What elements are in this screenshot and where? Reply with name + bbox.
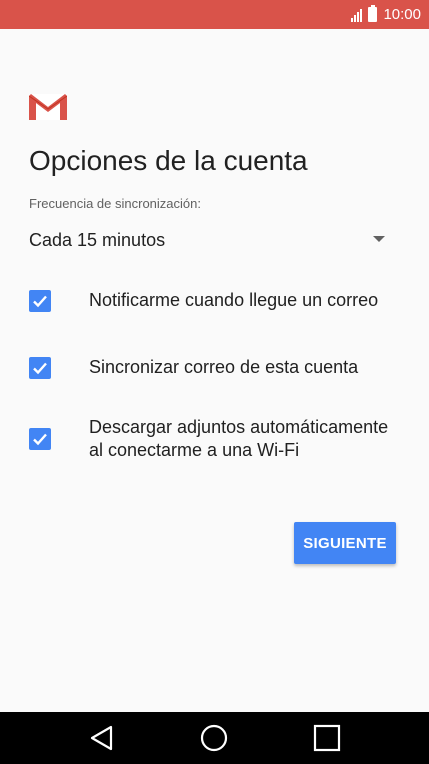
next-button[interactable]: SIGUIENTE	[294, 522, 396, 564]
recents-icon[interactable]	[311, 722, 343, 754]
option-label: Sincronizar correo de esta cuenta	[89, 357, 359, 377]
option-download-attachments-wifi[interactable]: Descargar adjuntos automáticamente al co…	[29, 416, 409, 462]
status-icons: 10:00	[351, 0, 421, 29]
navigation-bar	[0, 712, 429, 764]
checkbox-sync-account-mail[interactable]	[29, 356, 51, 379]
checkbox-download-attachments-wifi[interactable]	[29, 428, 51, 450]
option-label: Descargar adjuntos automáticamente al co…	[89, 417, 389, 460]
page-title: Opciones de la cuenta	[29, 145, 308, 176]
sync-frequency-label: Frecuencia de sincronización:	[29, 196, 201, 211]
check-icon	[33, 433, 47, 446]
sync-frequency-value: Cada 15 minutos	[29, 230, 166, 250]
back-icon[interactable]	[86, 722, 118, 754]
checkbox-notify-new-mail[interactable]	[29, 289, 51, 312]
signal-icon	[351, 8, 363, 22]
option-notify-new-mail[interactable]: Notificarme cuando llegue un correo	[29, 289, 409, 312]
sync-frequency-dropdown[interactable]: Cada 15 minutos	[29, 228, 389, 254]
option-sync-account-mail[interactable]: Sincronizar correo de esta cuenta	[29, 356, 409, 379]
option-label: Notificarme cuando llegue un correo	[89, 290, 379, 310]
home-icon[interactable]	[198, 722, 230, 754]
battery-icon	[368, 5, 378, 22]
check-icon	[33, 362, 47, 374]
status-time: 10:00	[383, 6, 421, 23]
status-bar: 10:00	[0, 0, 429, 29]
gmail-logo-icon	[29, 94, 67, 120]
check-icon	[33, 295, 47, 307]
dropdown-arrow-icon	[373, 236, 385, 242]
